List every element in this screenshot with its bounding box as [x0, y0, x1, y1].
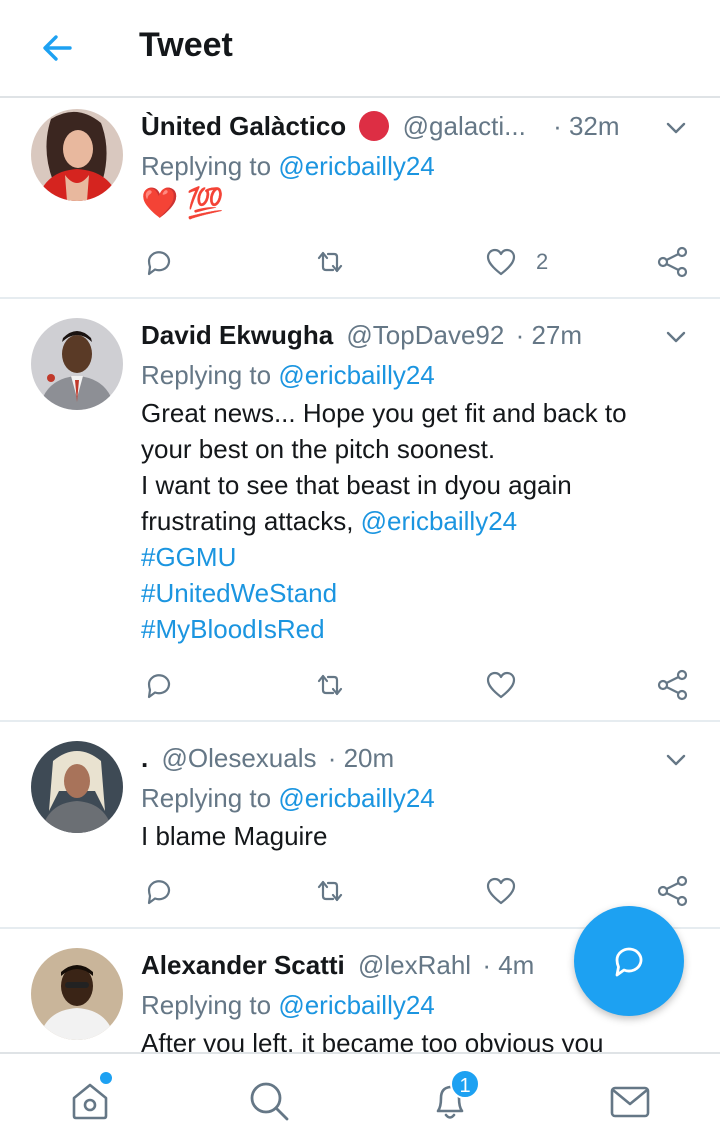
timestamp[interactable]: · 27m [516, 320, 582, 350]
retweet-icon [317, 674, 343, 696]
share-icon [657, 246, 688, 278]
hashtag-link[interactable]: #UnitedWeStand [141, 575, 680, 611]
mention-link[interactable]: @ericbailly24 [278, 360, 434, 390]
handle[interactable]: @lexRahl [358, 950, 471, 980]
tweet-body: ❤️ 💯 [141, 186, 680, 222]
body-line: Great news... Hope you get fit and back … [141, 398, 627, 428]
like-button[interactable] [484, 245, 518, 279]
tweet-body: Great news... Hope you get fit and back … [141, 395, 680, 647]
mention-link[interactable]: @ericbailly24 [278, 783, 434, 813]
mention-link[interactable]: @ericbailly24 [361, 506, 517, 536]
page-title: Tweet [139, 26, 233, 64]
timestamp[interactable]: · 20m [328, 743, 394, 773]
tweet-reply[interactable]: Ùnited Galàctico @galacti... · 32m Reply… [0, 100, 720, 299]
chevron-down-icon[interactable] [664, 116, 688, 140]
messages-icon [610, 1086, 650, 1118]
tweet-reply[interactable]: David Ekwugha @TopDave92 · 27m Replying … [0, 299, 720, 722]
nav-messages[interactable] [607, 1078, 653, 1124]
bottom-navigation: 1 [0, 1052, 720, 1144]
replying-to: Replying to @ericbailly24 [141, 148, 435, 184]
compose-reply-button[interactable] [574, 906, 684, 1016]
body-line: your best on the pitch soonest. [141, 434, 496, 464]
mention-link[interactable]: @ericbailly24 [278, 151, 434, 181]
body-line: I want to see that beast in dyou again [141, 470, 572, 500]
nav-home[interactable] [67, 1078, 113, 1124]
tweet-meta: Ùnited Galàctico @galacti... · 32m [141, 106, 690, 146]
share-button[interactable] [656, 874, 690, 908]
share-button[interactable] [656, 668, 690, 702]
chevron-down-icon[interactable] [664, 325, 688, 349]
like-button[interactable] [484, 668, 518, 702]
replying-prefix: Replying to [141, 990, 279, 1020]
notification-badge: 1 [450, 1069, 480, 1099]
red-dot-emoji [359, 111, 390, 141]
avatar[interactable] [31, 741, 123, 833]
display-name[interactable]: Alexander Scatti [141, 950, 345, 980]
handle[interactable]: @Olesexuals [161, 743, 316, 773]
tweet-actions: 2 [0, 245, 720, 285]
compose-reply-icon [615, 947, 643, 977]
reply-icon [147, 674, 171, 699]
tweet-actions [0, 668, 720, 708]
retweet-button[interactable] [313, 874, 347, 908]
reply-button[interactable] [141, 668, 175, 702]
replying-to: Replying to @ericbailly24 [141, 357, 435, 393]
tweet-body: After you left, it became too obvious yo… [141, 1028, 604, 1052]
hashtag-link[interactable]: #GGMU [141, 539, 680, 575]
header: Tweet [0, 0, 720, 98]
reply-button[interactable] [141, 874, 175, 908]
like-button[interactable] [484, 874, 518, 908]
display-name[interactable]: . [141, 743, 148, 773]
tweet-reply[interactable]: . @Olesexuals · 20m Replying to @ericbai… [0, 722, 720, 929]
like-icon [486, 248, 516, 276]
mention-link[interactable]: @ericbailly24 [278, 990, 434, 1020]
like-icon [486, 877, 516, 905]
back-button[interactable] [36, 26, 80, 70]
back-arrow-icon [43, 35, 72, 61]
replying-prefix: Replying to [141, 783, 279, 813]
replying-prefix: Replying to [141, 151, 279, 181]
like-count: 2 [536, 249, 549, 274]
retweet-button[interactable] [313, 245, 347, 279]
home-icon [72, 1083, 108, 1120]
chevron-down-icon[interactable] [664, 748, 688, 772]
tweet-body: I blame Maguire [141, 821, 328, 851]
replying-prefix: Replying to [141, 360, 279, 390]
search-icon [250, 1082, 289, 1121]
like-icon [486, 671, 516, 699]
handle[interactable]: @galacti... [403, 111, 526, 141]
handle[interactable]: @TopDave92 [346, 320, 504, 350]
timestamp[interactable]: · 4m [482, 950, 534, 980]
body-line-text: frustrating attacks, [141, 506, 361, 536]
avatar[interactable] [31, 948, 123, 1040]
replying-to: Replying to @ericbailly24 [141, 987, 435, 1023]
reply-button[interactable] [141, 245, 175, 279]
share-button[interactable] [656, 245, 690, 279]
retweet-icon [317, 251, 343, 273]
tweet-meta: David Ekwugha @TopDave92 · 27m [141, 315, 690, 355]
body-line: frustrating attacks, @ericbailly24 [141, 503, 680, 539]
display-name[interactable]: David Ekwugha [141, 320, 333, 350]
unread-dot [100, 1072, 112, 1084]
tweet-meta: . @Olesexuals · 20m [141, 738, 690, 778]
avatar[interactable] [31, 318, 123, 410]
retweet-icon [317, 880, 343, 902]
nav-search[interactable] [246, 1078, 292, 1124]
share-icon [657, 669, 688, 701]
hashtag-link[interactable]: #MyBloodIsRed [141, 611, 680, 647]
avatar[interactable] [31, 109, 123, 201]
reply-icon [147, 251, 171, 276]
retweet-button[interactable] [313, 668, 347, 702]
tweet-emoji: ❤️ 💯 [141, 187, 225, 220]
timestamp[interactable]: · 32m [553, 111, 619, 141]
replying-to: Replying to @ericbailly24 [141, 780, 435, 816]
display-name[interactable]: Ùnited Galàctico [141, 111, 346, 141]
reply-icon [147, 880, 171, 905]
share-icon [657, 875, 688, 907]
